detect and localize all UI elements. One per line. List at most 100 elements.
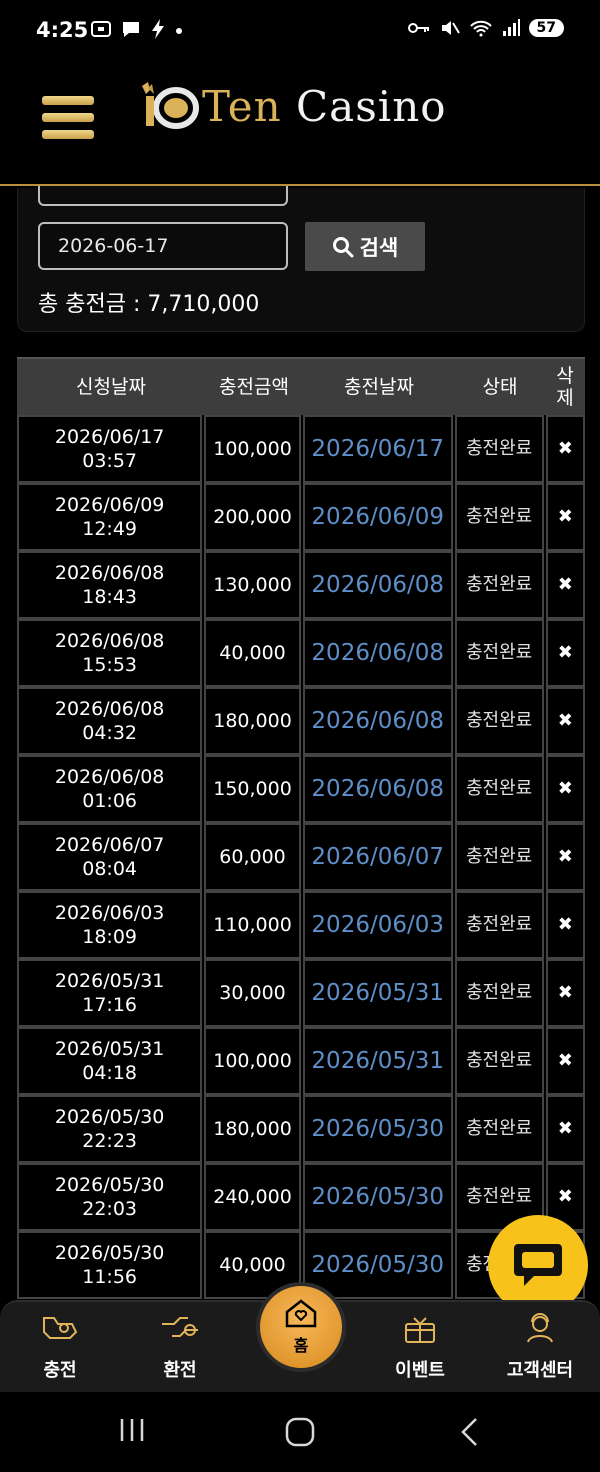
status-left-icons <box>90 18 184 40</box>
status-right-icons: 57 <box>407 18 564 38</box>
charge-status: 충전완료 <box>454 959 544 1027</box>
charge-status: 충전완료 <box>454 687 544 755</box>
total-charge: 총 충전금 : 7,710,000 <box>38 286 259 318</box>
nav-exchange[interactable]: 환전 <box>120 1310 240 1382</box>
delete-icon[interactable]: ✖ <box>545 1027 586 1095</box>
charge-date-link[interactable]: 2026/06/08 <box>302 551 453 619</box>
request-datetime: 2026/05/31 17:16 <box>17 959 203 1027</box>
delete-icon[interactable]: ✖ <box>545 823 586 891</box>
wifi-icon <box>469 20 492 37</box>
charge-date-link[interactable]: 2026/06/09 <box>302 483 453 551</box>
back-icon[interactable] <box>458 1416 480 1448</box>
charge-date-link[interactable]: 2026/05/31 <box>302 959 453 1027</box>
total-charge-label: 총 충전금 : <box>38 292 141 317</box>
header-delete: 삭제 <box>556 365 574 409</box>
charge-amount: 130,000 <box>204 551 301 619</box>
logo-mark-icon <box>142 82 199 129</box>
gift-icon <box>405 1317 435 1343</box>
charge-date-link[interactable]: 2026/06/17 <box>302 415 453 483</box>
charge-amount: 150,000 <box>204 755 301 823</box>
request-time: 17:16 <box>82 994 137 1016</box>
request-time: 08:04 <box>82 858 137 880</box>
end-date-input[interactable]: 2026-06-17 <box>38 222 288 270</box>
dot-icon <box>176 28 182 34</box>
charge-date-link[interactable]: 2026/06/03 <box>302 891 453 959</box>
charge-status: 충전완료 <box>454 483 544 551</box>
charge-amount: 200,000 <box>204 483 301 551</box>
table-row: 2026/05/30 22:23 180,000 2026/05/30 충전완료 ✖ <box>17 1095 586 1163</box>
hamburger-icon[interactable] <box>42 96 94 144</box>
table-row: 2026/06/03 18:09 110,000 2026/06/03 충전완료 ✖ <box>17 891 586 959</box>
signal-icon <box>502 19 520 36</box>
request-time: 22:03 <box>82 1198 137 1220</box>
nav-home[interactable]: 홈 <box>256 1282 346 1372</box>
charge-amount: 180,000 <box>204 1095 301 1163</box>
charge-date-link[interactable]: 2026/06/08 <box>302 687 453 755</box>
exchange-icon <box>162 1317 198 1337</box>
total-charge-value: 7,710,000 <box>147 292 260 317</box>
request-date: 2026/05/30 <box>54 1106 165 1128</box>
table-row: 2026/05/31 17:16 30,000 2026/05/31 충전완료 ✖ <box>17 959 586 1027</box>
charge-amount: 100,000 <box>204 1027 301 1095</box>
site-logo[interactable]: Ten Casino <box>138 80 447 132</box>
request-date: 2026/06/09 <box>54 494 165 516</box>
charge-history-table: 신청날짜 충전금액 충전날짜 상태 삭제 2026/06/17 03:57 100,… <box>17 357 586 1299</box>
delete-icon[interactable]: ✖ <box>545 415 586 483</box>
charge-date-link[interactable]: 2026/05/30 <box>302 1095 453 1163</box>
system-navigation-bar <box>0 1392 600 1472</box>
charge-status: 충전완료 <box>454 619 544 687</box>
bolt-icon <box>152 19 164 39</box>
delete-icon[interactable]: ✖ <box>545 959 586 1027</box>
charge-date-link[interactable]: 2026/06/07 <box>302 823 453 891</box>
request-date: 2026/05/31 <box>54 970 165 992</box>
request-time: 12:49 <box>82 518 137 540</box>
header-charge-date: 충전날짜 <box>344 376 414 398</box>
search-icon <box>332 236 354 257</box>
delete-icon[interactable]: ✖ <box>545 1095 586 1163</box>
logo-ten: Ten <box>202 81 282 131</box>
charge-amount: 110,000 <box>204 891 301 959</box>
delete-icon[interactable]: ✖ <box>545 891 586 959</box>
request-time: 03:57 <box>82 450 137 472</box>
logo-text: Ten Casino <box>202 82 447 131</box>
nav-event[interactable]: 이벤트 <box>360 1310 480 1382</box>
header-amount: 충전금액 <box>219 376 289 398</box>
charge-amount: 180,000 <box>204 687 301 755</box>
table-row: 2026/06/08 18:43 130,000 2026/06/08 충전완료 ✖ <box>17 551 586 619</box>
header-status: 상태 <box>482 376 518 398</box>
charge-icon <box>43 1317 78 1339</box>
nav-support-label: 고객센터 <box>506 1360 574 1381</box>
request-date: 2026/05/30 <box>54 1242 165 1264</box>
nav-charge-label: 충전 <box>43 1360 77 1381</box>
nav-event-label: 이벤트 <box>395 1360 445 1381</box>
charge-date-link[interactable]: 2026/05/31 <box>302 1027 453 1095</box>
delete-icon[interactable]: ✖ <box>545 755 586 823</box>
charge-date-link[interactable]: 2026/05/30 <box>302 1163 453 1231</box>
search-button[interactable]: 검색 <box>305 222 425 271</box>
charge-status: 충전완료 <box>454 1095 544 1163</box>
nav-charge[interactable]: 충전 <box>0 1310 120 1382</box>
nav-support[interactable]: 고객센터 <box>480 1310 600 1382</box>
request-datetime: 2026/06/03 18:09 <box>17 891 203 959</box>
table-row: 2026/06/07 08:04 60,000 2026/06/07 충전완료 ✖ <box>17 823 586 891</box>
charge-status: 충전완료 <box>454 551 544 619</box>
charge-amount: 240,000 <box>204 1163 301 1231</box>
home-system-icon[interactable] <box>284 1416 316 1448</box>
charge-status: 충전완료 <box>454 1027 544 1095</box>
nav-exchange-label: 환전 <box>163 1360 197 1381</box>
request-datetime: 2026/05/30 11:56 <box>17 1231 203 1299</box>
table-row: 2026/05/31 04:18 100,000 2026/05/31 충전완료 ✖ <box>17 1027 586 1095</box>
delete-icon[interactable]: ✖ <box>545 687 586 755</box>
request-datetime: 2026/06/08 15:53 <box>17 619 203 687</box>
table-row: 2026/06/08 04:32 180,000 2026/06/08 충전완료 ✖ <box>17 687 586 755</box>
charge-date-link[interactable]: 2026/06/08 <box>302 619 453 687</box>
mute-icon <box>441 21 460 35</box>
request-datetime: 2026/06/08 18:43 <box>17 551 203 619</box>
charge-date-link[interactable]: 2026/06/08 <box>302 755 453 823</box>
delete-icon[interactable]: ✖ <box>545 551 586 619</box>
delete-icon[interactable]: ✖ <box>545 483 586 551</box>
recent-apps-icon[interactable] <box>118 1416 146 1444</box>
delete-icon[interactable]: ✖ <box>545 619 586 687</box>
charge-amount: 100,000 <box>204 415 301 483</box>
request-time: 18:09 <box>82 926 137 948</box>
